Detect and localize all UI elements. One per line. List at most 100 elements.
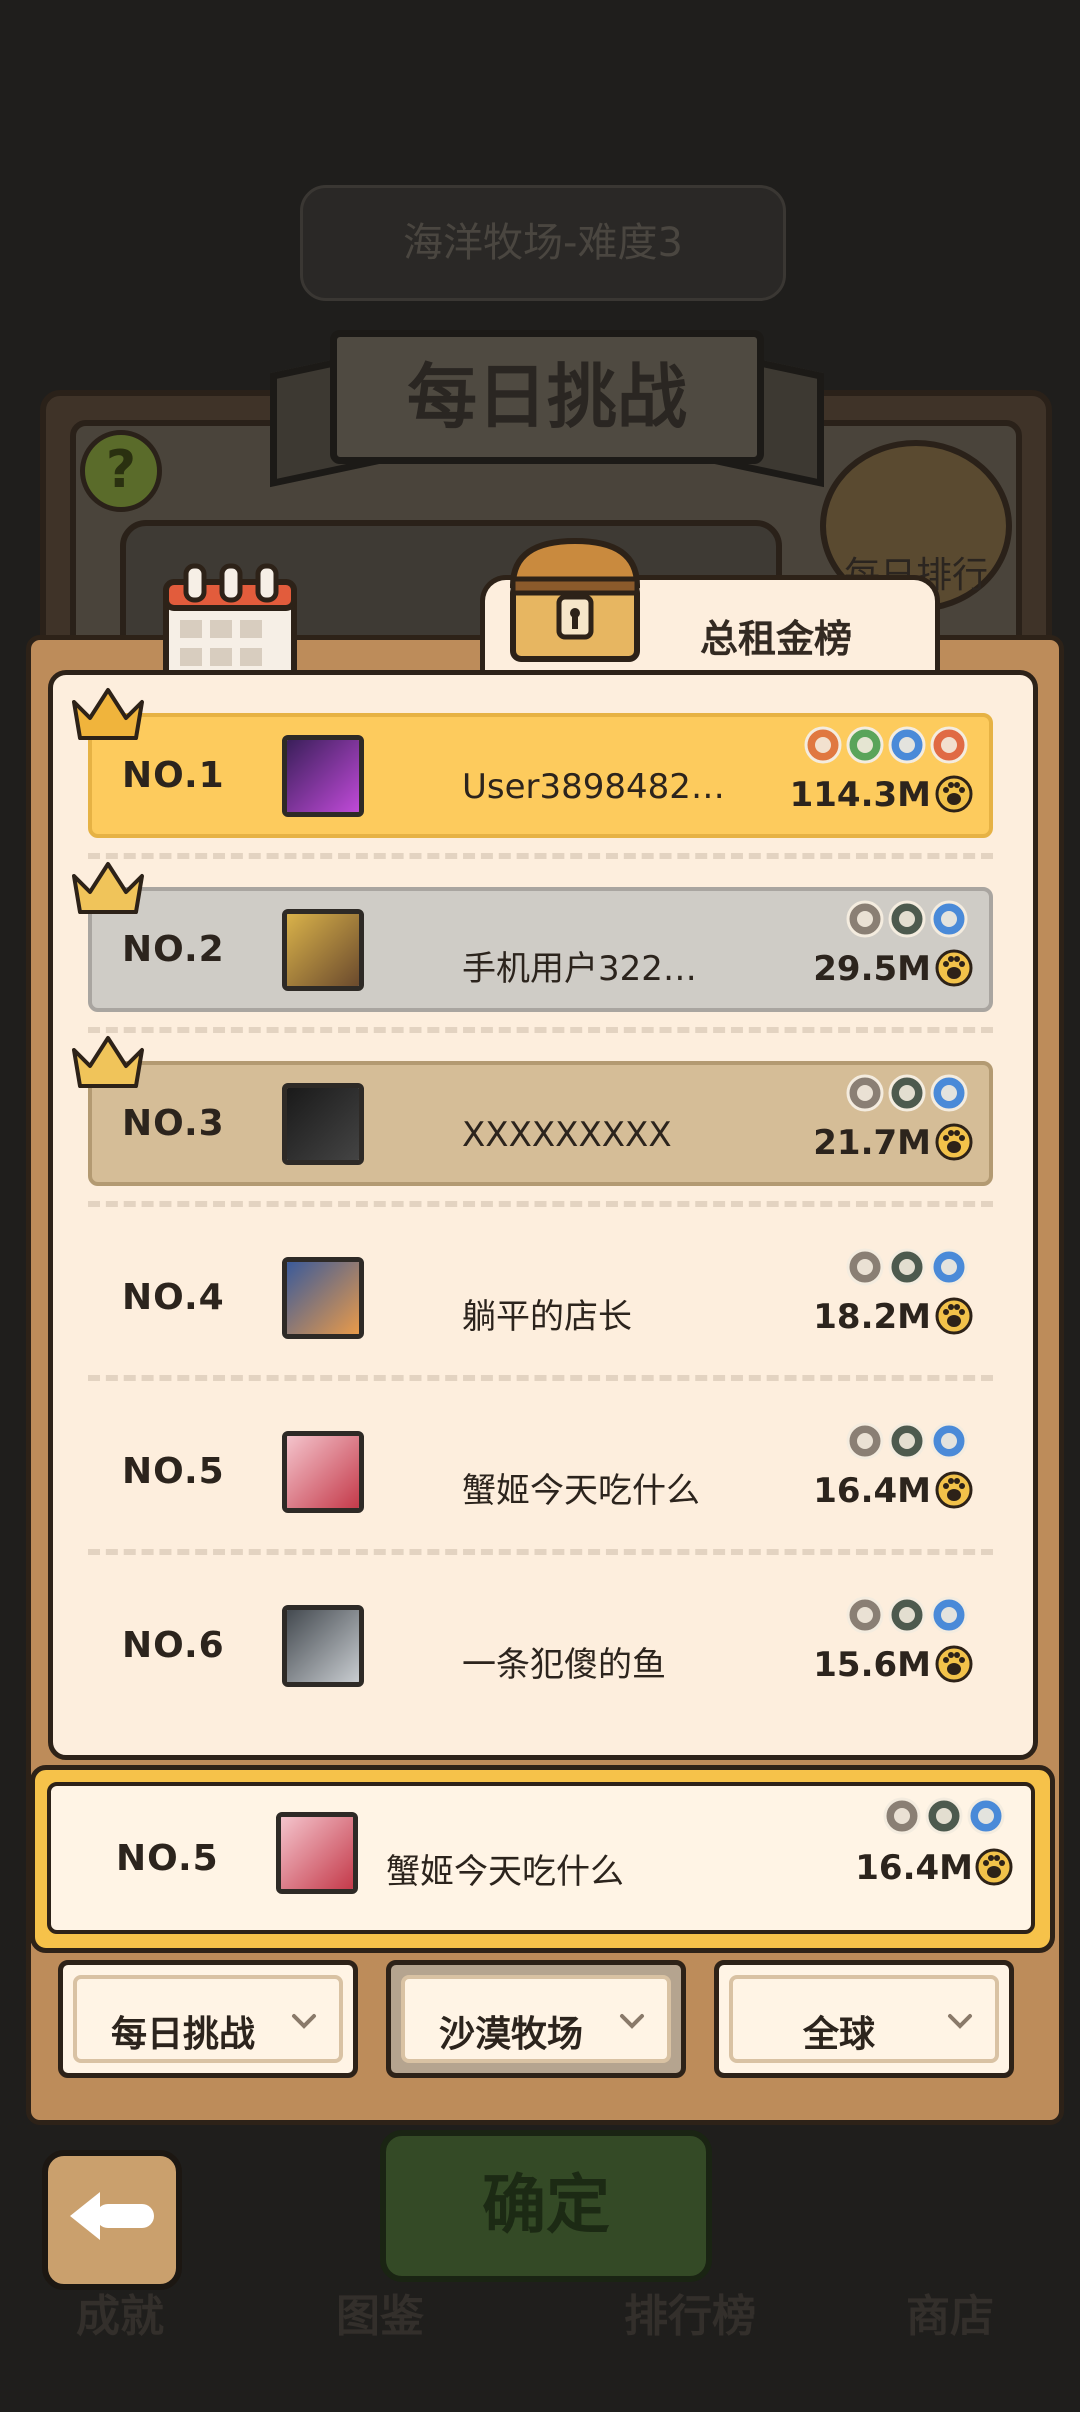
filter-region-inner: 全球: [729, 1975, 999, 2063]
paw-coin-icon: [935, 1471, 973, 1513]
my-score: 16.4M: [855, 1848, 973, 1888]
filter-region-label: 全球: [802, 2014, 875, 2055]
badge-icon: [888, 1422, 926, 1460]
leaderboard-row[interactable]: NO.6 一条犯傻的鱼 15.6M: [88, 1583, 993, 1708]
paw-coin-icon: [935, 1645, 973, 1687]
badge-icon: [888, 726, 926, 764]
badge-icon: [888, 1074, 926, 1112]
tab-total-rent-label: 总租金榜: [700, 617, 853, 661]
badge-icon: [846, 1596, 884, 1634]
avatar[interactable]: [282, 909, 364, 991]
filter-mode-dropdown[interactable]: 每日挑战: [58, 1960, 358, 2078]
score: 21.7M: [813, 1123, 931, 1163]
badge-icon: [846, 726, 884, 764]
avatar[interactable]: [282, 1257, 364, 1339]
silver-crown-icon: [68, 856, 148, 924]
avatar[interactable]: [282, 1605, 364, 1687]
my-rank-entry: NO.5 蟹姬今天吃什么 16.4M: [30, 1765, 1055, 1953]
badge-row: [843, 1247, 969, 1291]
rank-label: NO.1: [122, 755, 225, 796]
nav-collection[interactable]: 图鉴: [270, 2280, 490, 2344]
badge-icon: [930, 1248, 968, 1286]
rank-label: NO.3: [122, 1103, 225, 1144]
badge-row: [843, 899, 969, 943]
score: 29.5M: [813, 949, 931, 989]
username: 躺平的店长: [462, 1297, 632, 1337]
avatar[interactable]: [282, 1083, 364, 1165]
level-subtitle: 海洋牧场-难度3: [300, 185, 786, 301]
badge-icon: [846, 1422, 884, 1460]
score: 15.6M: [813, 1645, 931, 1685]
calendar-icon[interactable]: [160, 560, 300, 680]
badge-icon: [888, 1596, 926, 1634]
paw-coin-icon: [935, 775, 973, 817]
badge-row: [843, 1595, 969, 1639]
back-arrow-icon: [70, 2192, 154, 2240]
score: 18.2M: [813, 1297, 931, 1337]
filter-region-dropdown[interactable]: 全球: [714, 1960, 1014, 2078]
rank-label: NO.6: [122, 1625, 225, 1666]
filter-mode-label: 每日挑战: [110, 2014, 255, 2055]
badge-icon: [967, 1797, 1005, 1835]
badge-icon: [930, 1074, 968, 1112]
avatar[interactable]: [276, 1812, 358, 1894]
leaderboard-row[interactable]: NO.1 User3898482… 114.3M: [88, 713, 993, 838]
badge-icon: [846, 1074, 884, 1112]
rank-label: NO.5: [122, 1451, 225, 1492]
chevron-down-icon: [292, 2014, 316, 2029]
badge-row: [843, 1421, 969, 1465]
row-divider: [88, 1549, 993, 1555]
leaderboard-row[interactable]: NO.3 XXXXXXXXX 21.7M: [88, 1061, 993, 1186]
bronze-crown-icon: [68, 1030, 148, 1098]
badge-icon: [925, 1797, 963, 1835]
row-divider: [88, 1027, 993, 1033]
filter-map-dropdown[interactable]: 沙漠牧场: [386, 1960, 686, 2078]
leaderboard-row[interactable]: NO.4 躺平的店长 18.2M: [88, 1235, 993, 1360]
row-divider: [88, 1375, 993, 1381]
score: 114.3M: [789, 775, 931, 815]
treasure-chest-icon: [509, 537, 641, 662]
score: 16.4M: [813, 1471, 931, 1511]
filter-map-label: 沙漠牧场: [438, 2014, 583, 2055]
badge-icon: [930, 900, 968, 938]
rank-label: NO.4: [122, 1277, 225, 1318]
paw-coin-icon: [975, 1848, 1013, 1890]
badge-icon: [846, 900, 884, 938]
paw-coin-icon: [935, 1123, 973, 1165]
row-divider: [88, 1201, 993, 1207]
username: 一条犯傻的鱼: [462, 1645, 666, 1685]
filter-map-inner: 沙漠牧场: [401, 1975, 671, 2063]
username: 蟹姬今天吃什么: [462, 1471, 700, 1511]
username: 手机用户322…: [462, 949, 697, 989]
chevron-down-icon: [620, 2014, 644, 2029]
leaderboard-row[interactable]: NO.5 蟹姬今天吃什么 16.4M: [88, 1409, 993, 1534]
badge-row: [801, 725, 969, 769]
filter-mode-inner: 每日挑战: [73, 1975, 343, 2063]
paw-coin-icon: [935, 949, 973, 991]
badge-icon: [846, 1248, 884, 1286]
badge-icon: [883, 1797, 921, 1835]
badge-row: [843, 1073, 969, 1117]
avatar[interactable]: [282, 1431, 364, 1513]
page-title: 每日挑战: [330, 330, 764, 464]
chevron-down-icon: [948, 2014, 972, 2029]
badge-icon: [888, 900, 926, 938]
gold-crown-icon: [68, 682, 148, 750]
badge-icon: [930, 726, 968, 764]
my-rank: NO.5: [116, 1838, 219, 1879]
back-button[interactable]: [42, 2150, 182, 2290]
row-divider: [88, 853, 993, 859]
username: XXXXXXXXX: [462, 1115, 672, 1155]
my-rank-card[interactable]: NO.5 蟹姬今天吃什么 16.4M: [47, 1782, 1035, 1934]
nav-shop[interactable]: 商店: [840, 2280, 1060, 2344]
question-icon[interactable]: ?: [80, 430, 162, 512]
badge-icon: [804, 726, 842, 764]
leaderboard-list[interactable]: NO.1 User3898482… 114.3M NO.2 手机用户322… 29.5M N…: [48, 670, 1038, 1760]
paw-coin-icon: [935, 1297, 973, 1339]
avatar[interactable]: [282, 735, 364, 817]
leaderboard-row[interactable]: NO.2 手机用户322… 29.5M: [88, 887, 993, 1012]
username: User3898482…: [462, 767, 725, 807]
badge-row: [880, 1796, 1006, 1840]
confirm-button[interactable]: 确定: [380, 2130, 712, 2282]
nav-leaderboard[interactable]: 排行榜: [580, 2280, 800, 2344]
